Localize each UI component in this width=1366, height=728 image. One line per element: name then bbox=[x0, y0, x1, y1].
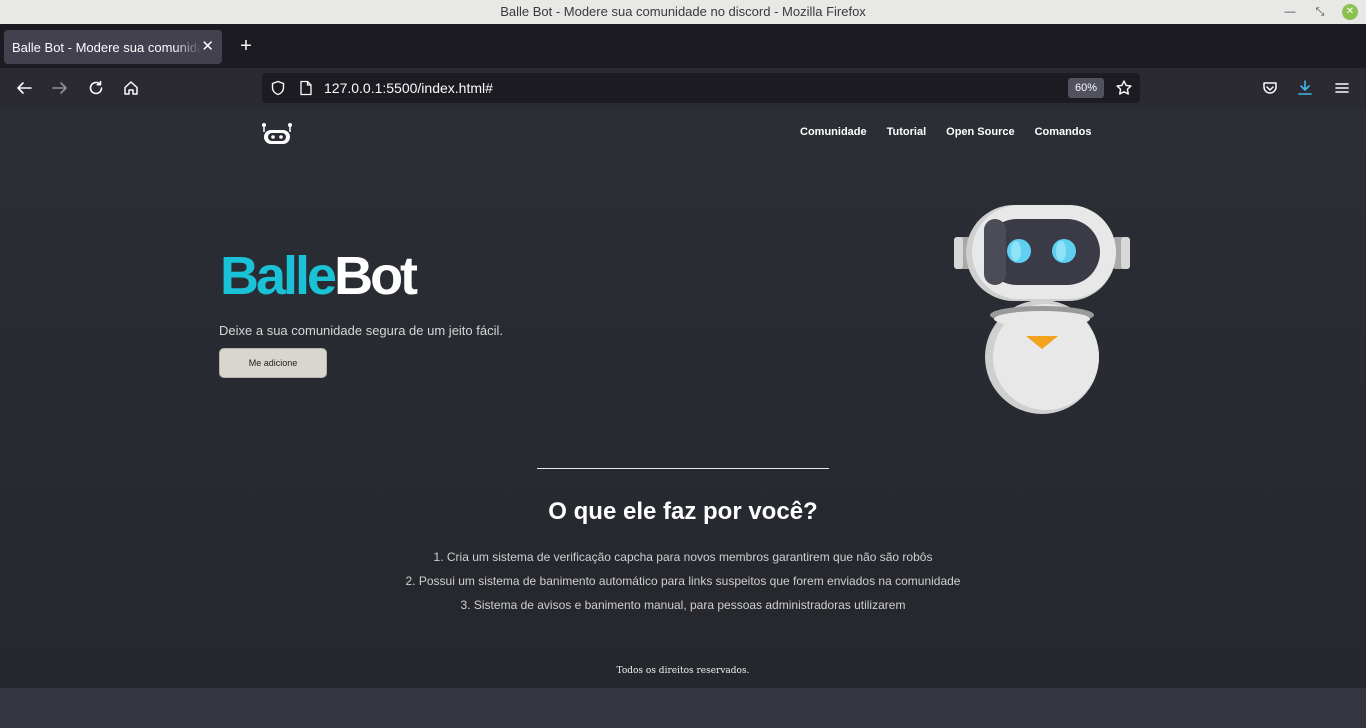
features-list: 1. Cria um sistema de verificação capcha… bbox=[0, 548, 1366, 620]
zoom-level-badge[interactable]: 60% bbox=[1068, 78, 1104, 98]
back-icon[interactable] bbox=[12, 76, 36, 100]
bot-logo-icon[interactable] bbox=[259, 120, 295, 148]
tab-close-icon[interactable]: ✕ bbox=[201, 38, 214, 56]
nav-link-open-source[interactable]: Open Source bbox=[946, 126, 1014, 138]
page-icon bbox=[294, 76, 318, 100]
page-content: Comunidade Tutorial Open Source Comandos… bbox=[0, 108, 1366, 688]
feature-item-2: 2. Possui um sistema de banimento automá… bbox=[405, 574, 961, 588]
forward-icon[interactable] bbox=[48, 76, 72, 100]
new-tab-button[interactable]: + bbox=[236, 35, 256, 59]
nav-link-tutorial[interactable]: Tutorial bbox=[887, 126, 927, 138]
hero-title-bot: Bot bbox=[334, 246, 418, 306]
url-text[interactable]: 127.0.0.1:5500/index.html# bbox=[324, 73, 493, 103]
window-title: Balle Bot - Modere sua comunidade no dis… bbox=[500, 4, 866, 19]
footer-text: Todos os direitos reservados. bbox=[616, 666, 750, 676]
minimize-icon[interactable]: — bbox=[1282, 4, 1298, 20]
hero-title-balle: Balle bbox=[220, 246, 337, 306]
feature-item-1: 1. Cria um sistema de verificação capcha… bbox=[433, 550, 933, 564]
feature-item-3: 3. Sistema de avisos e banimento manual,… bbox=[460, 598, 906, 612]
shield-icon[interactable] bbox=[266, 76, 290, 100]
section-title: O que ele faz por você? bbox=[548, 498, 818, 525]
bookmark-star-icon[interactable] bbox=[1112, 76, 1136, 100]
section-divider bbox=[537, 468, 829, 469]
tab-title: Balle Bot - Modere sua comunidade no dis… bbox=[12, 39, 202, 55]
tab-strip: Balle Bot - Modere sua comunidade no dis… bbox=[0, 24, 1366, 68]
home-icon[interactable] bbox=[119, 76, 143, 100]
restore-icon[interactable]: ⤡ bbox=[1312, 4, 1328, 20]
nav-link-comunidade[interactable]: Comunidade bbox=[800, 126, 867, 138]
nav-link-comandos[interactable]: Comandos bbox=[1035, 126, 1092, 138]
navigation-bar: 127.0.0.1:5500/index.html# 60% bbox=[0, 68, 1366, 108]
window-titlebar: Balle Bot - Modere sua comunidade no dis… bbox=[0, 0, 1366, 24]
address-bar[interactable]: 127.0.0.1:5500/index.html# 60% bbox=[262, 73, 1140, 103]
menu-icon[interactable] bbox=[1330, 76, 1354, 100]
hero-title: BalleBot bbox=[220, 246, 418, 306]
pocket-icon[interactable] bbox=[1258, 76, 1282, 100]
add-bot-button[interactable]: Me adicione bbox=[219, 348, 327, 378]
close-window-icon[interactable]: ✕ bbox=[1342, 4, 1358, 20]
tab-active[interactable]: Balle Bot - Modere sua comunidade no dis… bbox=[4, 30, 222, 64]
robot-illustration bbox=[950, 202, 1134, 416]
page-bottom-strip bbox=[0, 688, 1366, 728]
window-controls: — ⤡ ✕ bbox=[1282, 0, 1358, 24]
download-icon[interactable] bbox=[1293, 76, 1317, 100]
reload-icon[interactable] bbox=[84, 76, 108, 100]
site-nav: Comunidade Tutorial Open Source Comandos bbox=[800, 126, 1091, 138]
hero-subtitle: Deixe a sua comunidade segura de um jeit… bbox=[219, 323, 503, 338]
